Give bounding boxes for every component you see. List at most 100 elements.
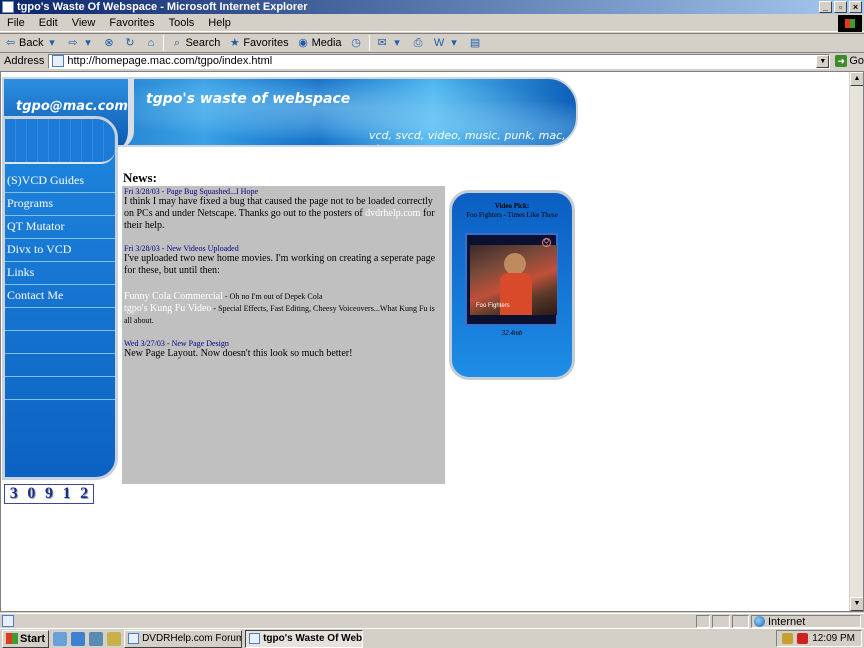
- stop-button[interactable]: ⊗: [98, 34, 119, 52]
- scroll-down-icon[interactable]: ▼: [850, 597, 863, 611]
- clock: 12:09 PM: [812, 633, 855, 644]
- task-label: DVDRHelp.com Forums :: ...: [142, 633, 241, 644]
- stop-icon: ⊗: [104, 36, 114, 49]
- nav-item-svcd-guides[interactable]: (S)VCD Guides: [5, 170, 115, 193]
- video-link-kungfu[interactable]: tgpo's Kung Fu Video: [124, 303, 211, 314]
- menu-help[interactable]: Help: [201, 17, 238, 29]
- back-arrow-icon: ⇦: [5, 36, 16, 49]
- video-file-size: 32.4mb: [501, 329, 523, 337]
- address-label: Address: [4, 55, 45, 67]
- volume-icon[interactable]: [782, 633, 794, 644]
- edit-word-button[interactable]: W ▾: [429, 34, 465, 52]
- home-icon: ⌂: [147, 36, 155, 49]
- task-tgpo[interactable]: tgpo's Waste Of Webs...: [245, 629, 364, 648]
- status-panel: [732, 615, 749, 628]
- news-body: New Page Layout. Now doesn't this look s…: [124, 348, 353, 359]
- forward-button[interactable]: ⇨ ▾: [62, 34, 98, 52]
- go-button[interactable]: ➜ Go: [835, 55, 864, 67]
- search-icon: ⌕: [173, 36, 181, 49]
- quicklaunch-icon[interactable]: [89, 631, 104, 646]
- acrobat-icon[interactable]: [797, 633, 809, 644]
- page-icon: [52, 55, 65, 67]
- popup-blocked-icon: [712, 615, 730, 628]
- hit-counter: 3 0 9 1 2: [4, 484, 94, 504]
- quicklaunch-icon[interactable]: [107, 631, 122, 646]
- discuss-button[interactable]: ▤: [465, 34, 486, 52]
- counter-digit: 2: [80, 485, 89, 502]
- task-dvdrhelp[interactable]: DVDRHelp.com Forums :: ...: [124, 629, 243, 648]
- show-desktop-icon[interactable]: [53, 631, 68, 646]
- search-label: Search: [185, 37, 221, 49]
- news-date: Wed 3/27/03 - New Page Design: [124, 339, 229, 348]
- window-title: tgpo's Waste Of Webspace - Microsoft Int…: [17, 1, 308, 13]
- back-button[interactable]: ⇦ Back ▾: [0, 34, 62, 52]
- mail-button[interactable]: ✉ ▾: [372, 34, 408, 52]
- news-body: I've uploaded two new home movies. I'm w…: [124, 253, 436, 276]
- nav-item-contact-me[interactable]: Contact Me: [5, 285, 115, 308]
- window-titlebar[interactable]: tgpo's Waste Of Webspace - Microsoft Int…: [0, 0, 864, 14]
- dropdown-arrow-icon: ▾: [49, 36, 55, 49]
- nav-item-divx-to-vcd[interactable]: Divx to VCD: [5, 239, 115, 262]
- refresh-button[interactable]: ↻: [119, 34, 140, 52]
- video-thumbnail[interactable]: Foo Fighters Q: [465, 233, 558, 326]
- video-still-image: Foo Fighters: [470, 245, 557, 315]
- sidebar-header-graphic: [5, 119, 115, 164]
- print-button[interactable]: ⎙: [408, 34, 429, 52]
- home-button[interactable]: ⌂: [140, 34, 161, 52]
- menu-file[interactable]: File: [0, 17, 32, 29]
- vertical-scrollbar[interactable]: ▲ ▼: [849, 72, 863, 611]
- system-tray: 12:09 PM: [776, 630, 862, 647]
- dropdown-arrow-icon: ▾: [451, 36, 457, 49]
- counter-digit: 0: [27, 485, 36, 502]
- address-dropdown-icon[interactable]: ▼: [816, 54, 830, 68]
- nav-item-programs[interactable]: Programs: [5, 193, 115, 216]
- nav-item-qt-mutator[interactable]: QT Mutator: [5, 216, 115, 239]
- history-icon: ◷: [351, 36, 361, 49]
- scroll-up-icon[interactable]: ▲: [850, 72, 863, 86]
- video-item: tgpo's Kung Fu Video - Special Effects, …: [124, 303, 443, 327]
- window-controls: _ ▫ ×: [819, 1, 862, 13]
- ie-icon: [128, 633, 140, 644]
- maximize-button[interactable]: ▫: [834, 1, 847, 13]
- menu-edit[interactable]: Edit: [32, 17, 65, 29]
- media-button[interactable]: ◉ Media: [293, 34, 346, 52]
- ie-icon: [249, 633, 261, 644]
- minimize-button[interactable]: _: [819, 1, 832, 13]
- favorites-icon: ★: [229, 36, 240, 49]
- video-desc: - Oh no I'm out of Depek Cola: [222, 292, 323, 301]
- video-pick-subtitle: Foo Fighters - Times Like These: [466, 211, 558, 219]
- counter-digit: 3: [9, 485, 18, 502]
- news-heading: News:: [123, 170, 157, 185]
- banner-tagline: vcd, svcd, video, music, punk, mac, etc.…: [369, 129, 566, 145]
- news-entry: Fri 3/28/03 - Page Bug Squashed...I Hope…: [124, 187, 443, 232]
- news-link-dvdrhelp[interactable]: dvdrhelp.com: [365, 208, 420, 219]
- menu-bar: File Edit View Favorites Tools Help: [0, 15, 864, 32]
- security-zone: Internet: [751, 615, 861, 628]
- history-button[interactable]: ◷: [346, 34, 367, 52]
- favorites-button[interactable]: ★ Favorites: [224, 34, 292, 52]
- banner-email[interactable]: tgpo@mac.com: [16, 99, 128, 114]
- counter-digit: 9: [44, 485, 53, 502]
- search-button[interactable]: ⌕ Search: [166, 34, 224, 52]
- video-link-cola[interactable]: Funny Cola Commercial: [124, 291, 223, 302]
- go-label: Go: [849, 55, 864, 67]
- menu-favorites[interactable]: Favorites: [102, 17, 161, 29]
- banner-title: tgpo's waste of webspace: [146, 91, 351, 107]
- ie-quicklaunch-icon[interactable]: [71, 631, 86, 646]
- forward-arrow-icon: ⇨: [68, 36, 78, 49]
- favorites-label: Favorites: [243, 37, 289, 49]
- refresh-icon: ↻: [125, 36, 135, 49]
- news-body: I think I may have fixed a bug that caus…: [124, 196, 443, 232]
- start-button[interactable]: Start: [2, 629, 50, 648]
- media-label: Media: [311, 37, 342, 49]
- close-button[interactable]: ×: [849, 1, 862, 13]
- dropdown-arrow-icon: ▾: [394, 36, 400, 49]
- page-status-icon: [2, 615, 14, 627]
- counter-digit: 1: [62, 485, 71, 502]
- nav-item-links[interactable]: Links: [5, 262, 115, 285]
- address-input[interactable]: http://homepage.mac.com/tgpo/index.html …: [48, 53, 831, 69]
- nav-item-empty: [5, 377, 115, 400]
- menu-tools[interactable]: Tools: [162, 17, 202, 29]
- menu-view[interactable]: View: [65, 17, 103, 29]
- video-item: Funny Cola Commercial - Oh no I'm out of…: [124, 291, 443, 303]
